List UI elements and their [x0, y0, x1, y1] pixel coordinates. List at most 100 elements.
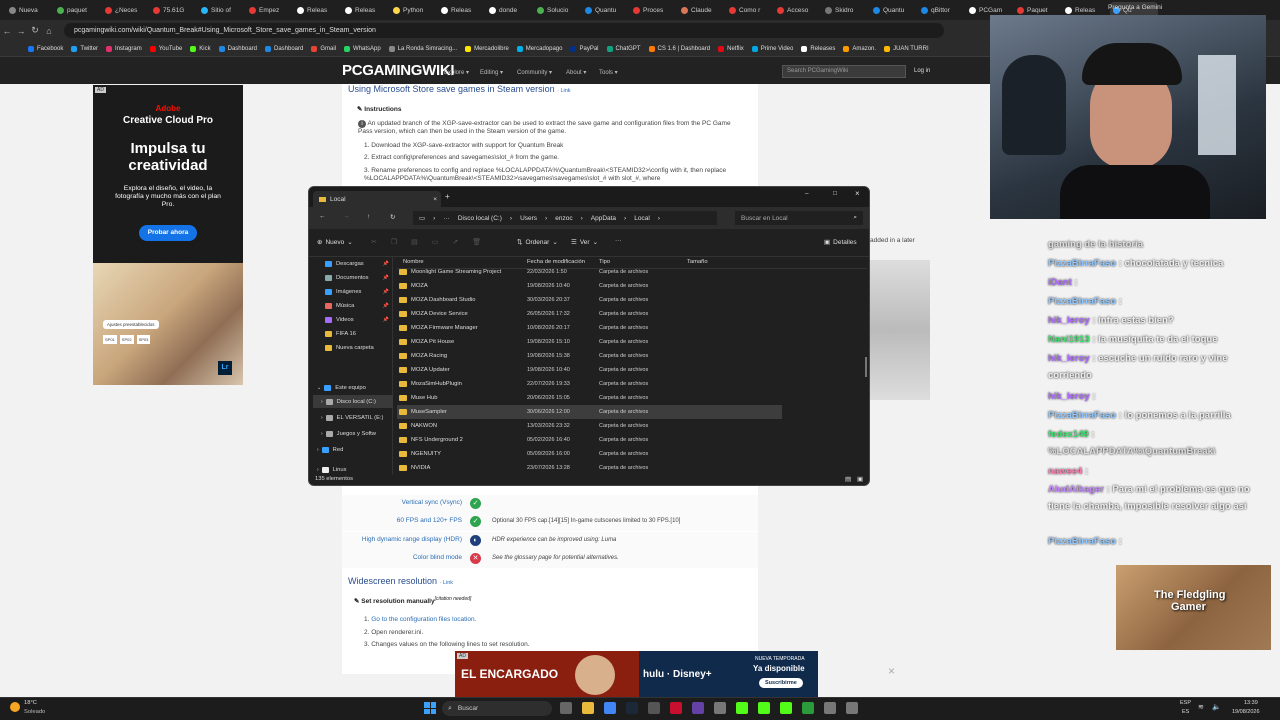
- crumb-local[interactable]: Local: [634, 215, 650, 222]
- close-icon[interactable]: ×: [855, 189, 860, 198]
- file-row[interactable]: MOZA Pit House 19/08/2026 15:10 Carpeta de…: [397, 335, 782, 349]
- terminal-icon[interactable]: [824, 702, 836, 714]
- bookmark[interactable]: YouTube: [149, 45, 182, 52]
- browser-tab[interactable]: 75.61G: [150, 2, 198, 18]
- bookmark[interactable]: Twitter: [71, 45, 98, 52]
- quick-access-item[interactable]: Documentos 📌: [313, 271, 393, 284]
- weather-desc[interactable]: Soleado: [24, 709, 45, 715]
- game-screenshot[interactable]: [870, 260, 930, 400]
- file-row[interactable]: NGENUITY 05/09/2026 16:00 Carpeta de archi…: [397, 447, 782, 461]
- tree-item[interactable]: › Linux: [313, 463, 393, 476]
- bookmark[interactable]: Netflix: [718, 45, 744, 52]
- ws-step-1[interactable]: Go to the configuration files location.: [371, 616, 476, 623]
- pin-icon[interactable]: 📌: [383, 289, 389, 295]
- tree-item[interactable]: › EL VERSATIL (E:): [313, 411, 393, 424]
- chat-username[interactable]: fedex149: [1048, 429, 1089, 440]
- browser-tab[interactable]: Quantu: [870, 2, 918, 18]
- crumb-user[interactable]: enzoc: [555, 215, 572, 222]
- up-icon[interactable]: ↑: [367, 213, 370, 220]
- bookmark[interactable]: WhatsApp: [344, 45, 381, 52]
- bookmark[interactable]: La Ronda Simracing...: [388, 45, 457, 52]
- browser-tab[interactable]: Quantu: [582, 2, 630, 18]
- clock-date[interactable]: 19/08/2026: [1232, 709, 1260, 715]
- cut-icon[interactable]: ✂: [371, 238, 377, 246]
- chat-username[interactable]: PizzaBirraFaso: [1048, 296, 1116, 307]
- browser-tab[interactable]: Releas: [294, 2, 342, 18]
- file-row[interactable]: Muse Hub 20/06/2026 15:05 Carpeta de archi…: [397, 391, 782, 405]
- copy-icon[interactable]: ❐: [391, 238, 397, 246]
- app-icon[interactable]: [648, 702, 660, 714]
- quick-access-item[interactable]: Videos 📌: [313, 313, 393, 326]
- view-button[interactable]: ☰ Ver ⌄: [571, 238, 598, 247]
- nav-tools[interactable]: Tools ▾: [599, 69, 618, 76]
- refresh-icon[interactable]: ↻: [390, 213, 395, 221]
- section-link[interactable]: · Link: [557, 88, 570, 94]
- tree-item[interactable]: ⌄ Este equipo: [313, 381, 393, 394]
- new-button[interactable]: ⊕ Nuevo ⌄: [317, 238, 353, 247]
- browser-tab[interactable]: Python: [390, 2, 438, 18]
- chevron-icon[interactable]: ›: [321, 415, 323, 421]
- file-row[interactable]: MOZA Updater 19/08/2026 10:40 Carpeta de a…: [397, 363, 782, 377]
- details-button[interactable]: ▣ Detalles: [824, 238, 857, 247]
- chevron-icon[interactable]: ›: [321, 431, 323, 437]
- reload-icon[interactable]: ↻: [28, 25, 42, 36]
- file-row[interactable]: NFS Underground 2 05/02/2026 16:40 Carpeta…: [397, 433, 782, 447]
- xbox-icon[interactable]: [802, 702, 814, 714]
- chat-username[interactable]: hik_leroy: [1048, 353, 1090, 364]
- browser-tab[interactable]: Acceso: [774, 2, 822, 18]
- chat-username[interactable]: PizzaBirraFaso: [1048, 258, 1116, 269]
- kick-icon[interactable]: [758, 702, 770, 714]
- crumb-users[interactable]: Users: [520, 215, 537, 222]
- chevron-icon[interactable]: ›: [317, 447, 319, 453]
- browser-tab[interactable]: Sitio of: [198, 2, 246, 18]
- file-row[interactable]: MOZA Racing 19/08/2026 15:38 Carpeta de ar…: [397, 349, 782, 363]
- crumb-appdata[interactable]: AppData: [591, 215, 616, 222]
- file-row[interactable]: NVIDIA 23/07/2026 13:28 Carpeta de archivo…: [397, 461, 782, 475]
- nav-community[interactable]: Community ▾: [517, 69, 552, 76]
- browser-tab[interactable]: Solucio: [534, 2, 582, 18]
- site-search-input[interactable]: Search PCGamingWiki: [782, 65, 906, 78]
- crumb-disk[interactable]: Disco local (C:): [458, 215, 502, 222]
- bookmark[interactable]: Prime Video: [751, 45, 793, 52]
- maximize-icon[interactable]: □: [833, 190, 837, 197]
- rename-icon[interactable]: ▭: [432, 238, 439, 246]
- bookmark[interactable]: Amazon.: [843, 45, 876, 52]
- kick-icon[interactable]: [736, 702, 748, 714]
- pin-icon[interactable]: 📌: [383, 261, 389, 267]
- browser-tab[interactable]: ¿Neces: [102, 2, 150, 18]
- adobe-ad[interactable]: AD Adobe Creative Cloud Pro Impulsa tu c…: [93, 85, 243, 263]
- file-row[interactable]: MOZA 19/08/2026 10:40 Carpeta de archivos: [397, 279, 782, 293]
- nav-editing[interactable]: Editing ▾: [480, 69, 503, 76]
- app-icon[interactable]: [714, 702, 726, 714]
- scrollbar[interactable]: [865, 357, 867, 377]
- close-tab-icon[interactable]: ×: [433, 196, 437, 203]
- kick-icon[interactable]: [780, 702, 792, 714]
- lang-2[interactable]: ES: [1182, 709, 1189, 715]
- quick-access-item[interactable]: FIFA 16: [313, 327, 393, 340]
- feature-label[interactable]: 60 FPS and 120+ FPS: [342, 517, 462, 524]
- tree-item[interactable]: › Juegos y Softw: [313, 427, 393, 440]
- overflow-icon[interactable]: ···: [443, 215, 450, 222]
- widescreen-link[interactable]: · Link: [440, 580, 453, 586]
- tiles-view-icon[interactable]: ▣: [857, 475, 863, 483]
- share-icon[interactable]: ↗: [452, 238, 458, 246]
- back-icon[interactable]: ←: [319, 213, 326, 220]
- login-link[interactable]: Log in: [914, 68, 930, 74]
- feature-label[interactable]: High dynamic range display (HDR): [342, 536, 462, 543]
- chat-username[interactable]: iDant: [1048, 277, 1072, 288]
- quick-access-item[interactable]: Imágenes 📌: [313, 285, 393, 298]
- chat-username[interactable]: PizzaBirraFaso: [1048, 410, 1116, 421]
- windows-start-icon[interactable]: [424, 702, 436, 714]
- site-logo[interactable]: PCGAMINGWIKI: [342, 62, 455, 79]
- browser-tab[interactable]: Skidro: [822, 2, 870, 18]
- browser-tab[interactable]: donde: [486, 2, 534, 18]
- more-icon[interactable]: ···: [615, 237, 622, 244]
- file-row[interactable]: MOZA Device Service 26/05/2026 17:32 Carpe…: [397, 307, 782, 321]
- browser-tab[interactable]: Proces: [630, 2, 678, 18]
- bookmark[interactable]: Gmail: [311, 45, 336, 52]
- breadcrumb[interactable]: ▭ › ··· Disco local (C:) › Users › enzoc › A…: [413, 211, 717, 225]
- steam-icon[interactable]: [626, 702, 638, 714]
- ad-photo[interactable]: Ajustes preestablecidos SP01 SP02 SP03 L…: [93, 263, 243, 385]
- volume-icon[interactable]: 🔈: [1212, 703, 1221, 711]
- url-field[interactable]: pcgamingwiki.com/wiki/Quantum_Break#Usin…: [64, 23, 944, 38]
